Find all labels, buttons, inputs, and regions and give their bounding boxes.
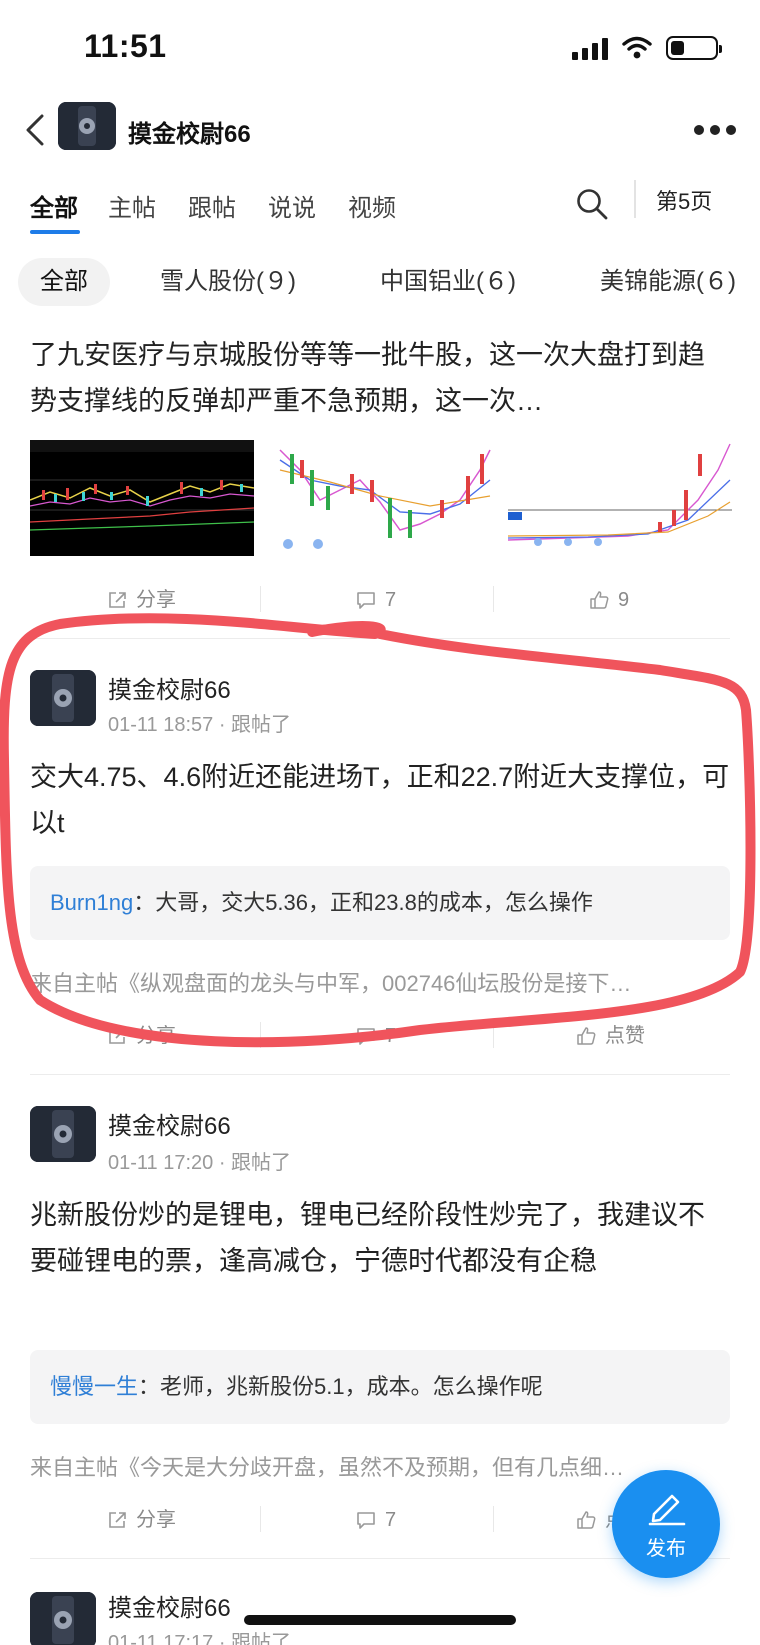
author-name[interactable]: 摸金校尉66 xyxy=(108,1106,231,1141)
status-icons xyxy=(572,36,722,60)
publish-button[interactable]: 发布 xyxy=(612,1470,720,1578)
post-meta: 01-11 17:20 · 跟帖了 xyxy=(108,1152,292,1174)
chart-thumbnail[interactable] xyxy=(30,440,254,556)
post-meta: 01-11 18:57 · 跟帖了 xyxy=(108,714,292,736)
page-indicator[interactable]: 第5页 xyxy=(656,184,712,216)
author-name[interactable]: 摸金校尉66 xyxy=(108,1588,231,1623)
post-text[interactable]: 了九安医疗与京城股份等等一批牛股，这一次大盘打到趋势支撑线的反弹却严重不急预期，… xyxy=(30,332,730,424)
more-icon[interactable] xyxy=(690,118,740,142)
home-indicator xyxy=(244,1615,516,1625)
chip-zhonglv[interactable]: 中国铝业(６) xyxy=(380,258,516,306)
status-bar: 11:51 xyxy=(0,0,760,100)
comment-icon xyxy=(357,592,375,609)
share-button[interactable]: 分享 xyxy=(106,580,176,620)
quoted-reply[interactable]: 慢慢一生：老师，兆新股份5.1，成本。怎么操作呢 xyxy=(30,1350,730,1424)
avatar[interactable] xyxy=(30,670,96,726)
reply-user[interactable]: 慢慢一生 xyxy=(50,1374,138,1399)
post-actions: 分享 7 9 xyxy=(30,580,730,620)
share-icon xyxy=(109,1512,126,1528)
chip-all[interactable]: 全部 xyxy=(18,258,110,306)
author-name[interactable]: 摸金校尉66 xyxy=(108,670,231,705)
chart-thumbnail[interactable] xyxy=(508,440,732,556)
like-button[interactable]: 9 xyxy=(588,580,629,620)
share-label: 分享 xyxy=(136,1025,176,1047)
stock-filter-chips: 全部 雪人股份(９) 中国铝业(６) 美锦能源(６) xyxy=(0,258,760,308)
reply-user[interactable]: Burn1ng xyxy=(50,890,133,915)
battery-icon xyxy=(666,36,722,60)
chart-thumbnail[interactable] xyxy=(270,440,494,556)
back-icon[interactable] xyxy=(14,108,58,152)
wifi-icon xyxy=(622,36,652,59)
tab-videos[interactable]: 视频 xyxy=(348,188,396,223)
pen-icon xyxy=(648,1494,686,1526)
source-post-link[interactable]: 来自主帖《今天是大分歧开盘，虽然不及预期，但有几点细… xyxy=(30,1450,730,1482)
thumbs-up-icon xyxy=(577,1027,596,1045)
tab-all[interactable]: 全部 xyxy=(30,188,78,223)
reply-text: ：老师，兆新股份5.1，成本。怎么操作呢 xyxy=(138,1374,543,1399)
source-post-link[interactable]: 来自主帖《纵观盘面的龙头与中军，002746仙坛股份是接下… xyxy=(30,966,730,998)
search-icon[interactable] xyxy=(574,186,610,222)
comment-count: 7 xyxy=(385,1509,397,1531)
comment-icon xyxy=(357,1512,375,1529)
like-count: 9 xyxy=(618,589,630,611)
chip-xueren[interactable]: 雪人股份(９) xyxy=(160,258,296,306)
tabs-divider xyxy=(634,180,636,218)
divider xyxy=(30,1074,730,1075)
comment-icon xyxy=(357,1028,375,1045)
quoted-reply[interactable]: Burn1ng：大哥，交大5.36，正和23.8的成本，怎么操作 xyxy=(30,866,730,940)
post-actions: 分享 7 点赞 xyxy=(30,1016,730,1056)
comment-count: 7 xyxy=(385,589,397,611)
nav-header: 摸金校尉66 xyxy=(0,100,760,160)
tab-replies[interactable]: 跟帖 xyxy=(188,188,236,223)
reply-text: ：大哥，交大5.36，正和23.8的成本，怎么操作 xyxy=(133,890,593,915)
thumbs-up-icon xyxy=(577,1511,596,1529)
post-text[interactable]: 交大4.75、4.6附近还能进场T，正和22.7附近大支撑位，可以t xyxy=(30,754,730,846)
thumbs-up-icon xyxy=(590,591,609,609)
share-button[interactable]: 分享 xyxy=(106,1500,176,1540)
like-label: 点赞 xyxy=(605,1025,645,1047)
avatar[interactable] xyxy=(58,102,116,150)
share-label: 分享 xyxy=(136,1509,176,1531)
battery-level xyxy=(671,41,684,55)
tab-bar: 全部 主帖 跟帖 说说 视频 第5页 xyxy=(0,178,760,238)
comment-button[interactable]: 7 xyxy=(355,580,396,620)
active-tab-indicator xyxy=(30,230,80,234)
avatar[interactable] xyxy=(30,1106,96,1162)
share-icon xyxy=(109,592,126,608)
page-title: 摸金校尉66 xyxy=(128,121,251,148)
comment-count: 7 xyxy=(385,1025,397,1047)
comment-button[interactable]: 7 xyxy=(355,1500,396,1540)
publish-label: 发布 xyxy=(646,1538,686,1560)
signal-icon xyxy=(572,36,608,60)
post-meta: 01-11 17:17 · 跟帖了 xyxy=(108,1632,292,1645)
tab-talks[interactable]: 说说 xyxy=(268,188,316,223)
like-button[interactable]: 点赞 xyxy=(575,1016,645,1056)
chip-meijin[interactable]: 美锦能源(６) xyxy=(600,258,736,306)
share-icon xyxy=(109,1028,126,1044)
avatar[interactable] xyxy=(30,1592,96,1645)
post-text[interactable]: 兆新股份炒的是锂电，锂电已经阶段性炒完了，我建议不要碰锂电的票，逢高减仓，宁德时… xyxy=(30,1192,730,1284)
share-label: 分享 xyxy=(136,589,176,611)
comment-button[interactable]: 7 xyxy=(355,1016,396,1056)
tab-main-posts[interactable]: 主帖 xyxy=(108,188,156,223)
status-time: 11:51 xyxy=(84,28,167,64)
divider xyxy=(30,638,730,639)
share-button[interactable]: 分享 xyxy=(106,1016,176,1056)
